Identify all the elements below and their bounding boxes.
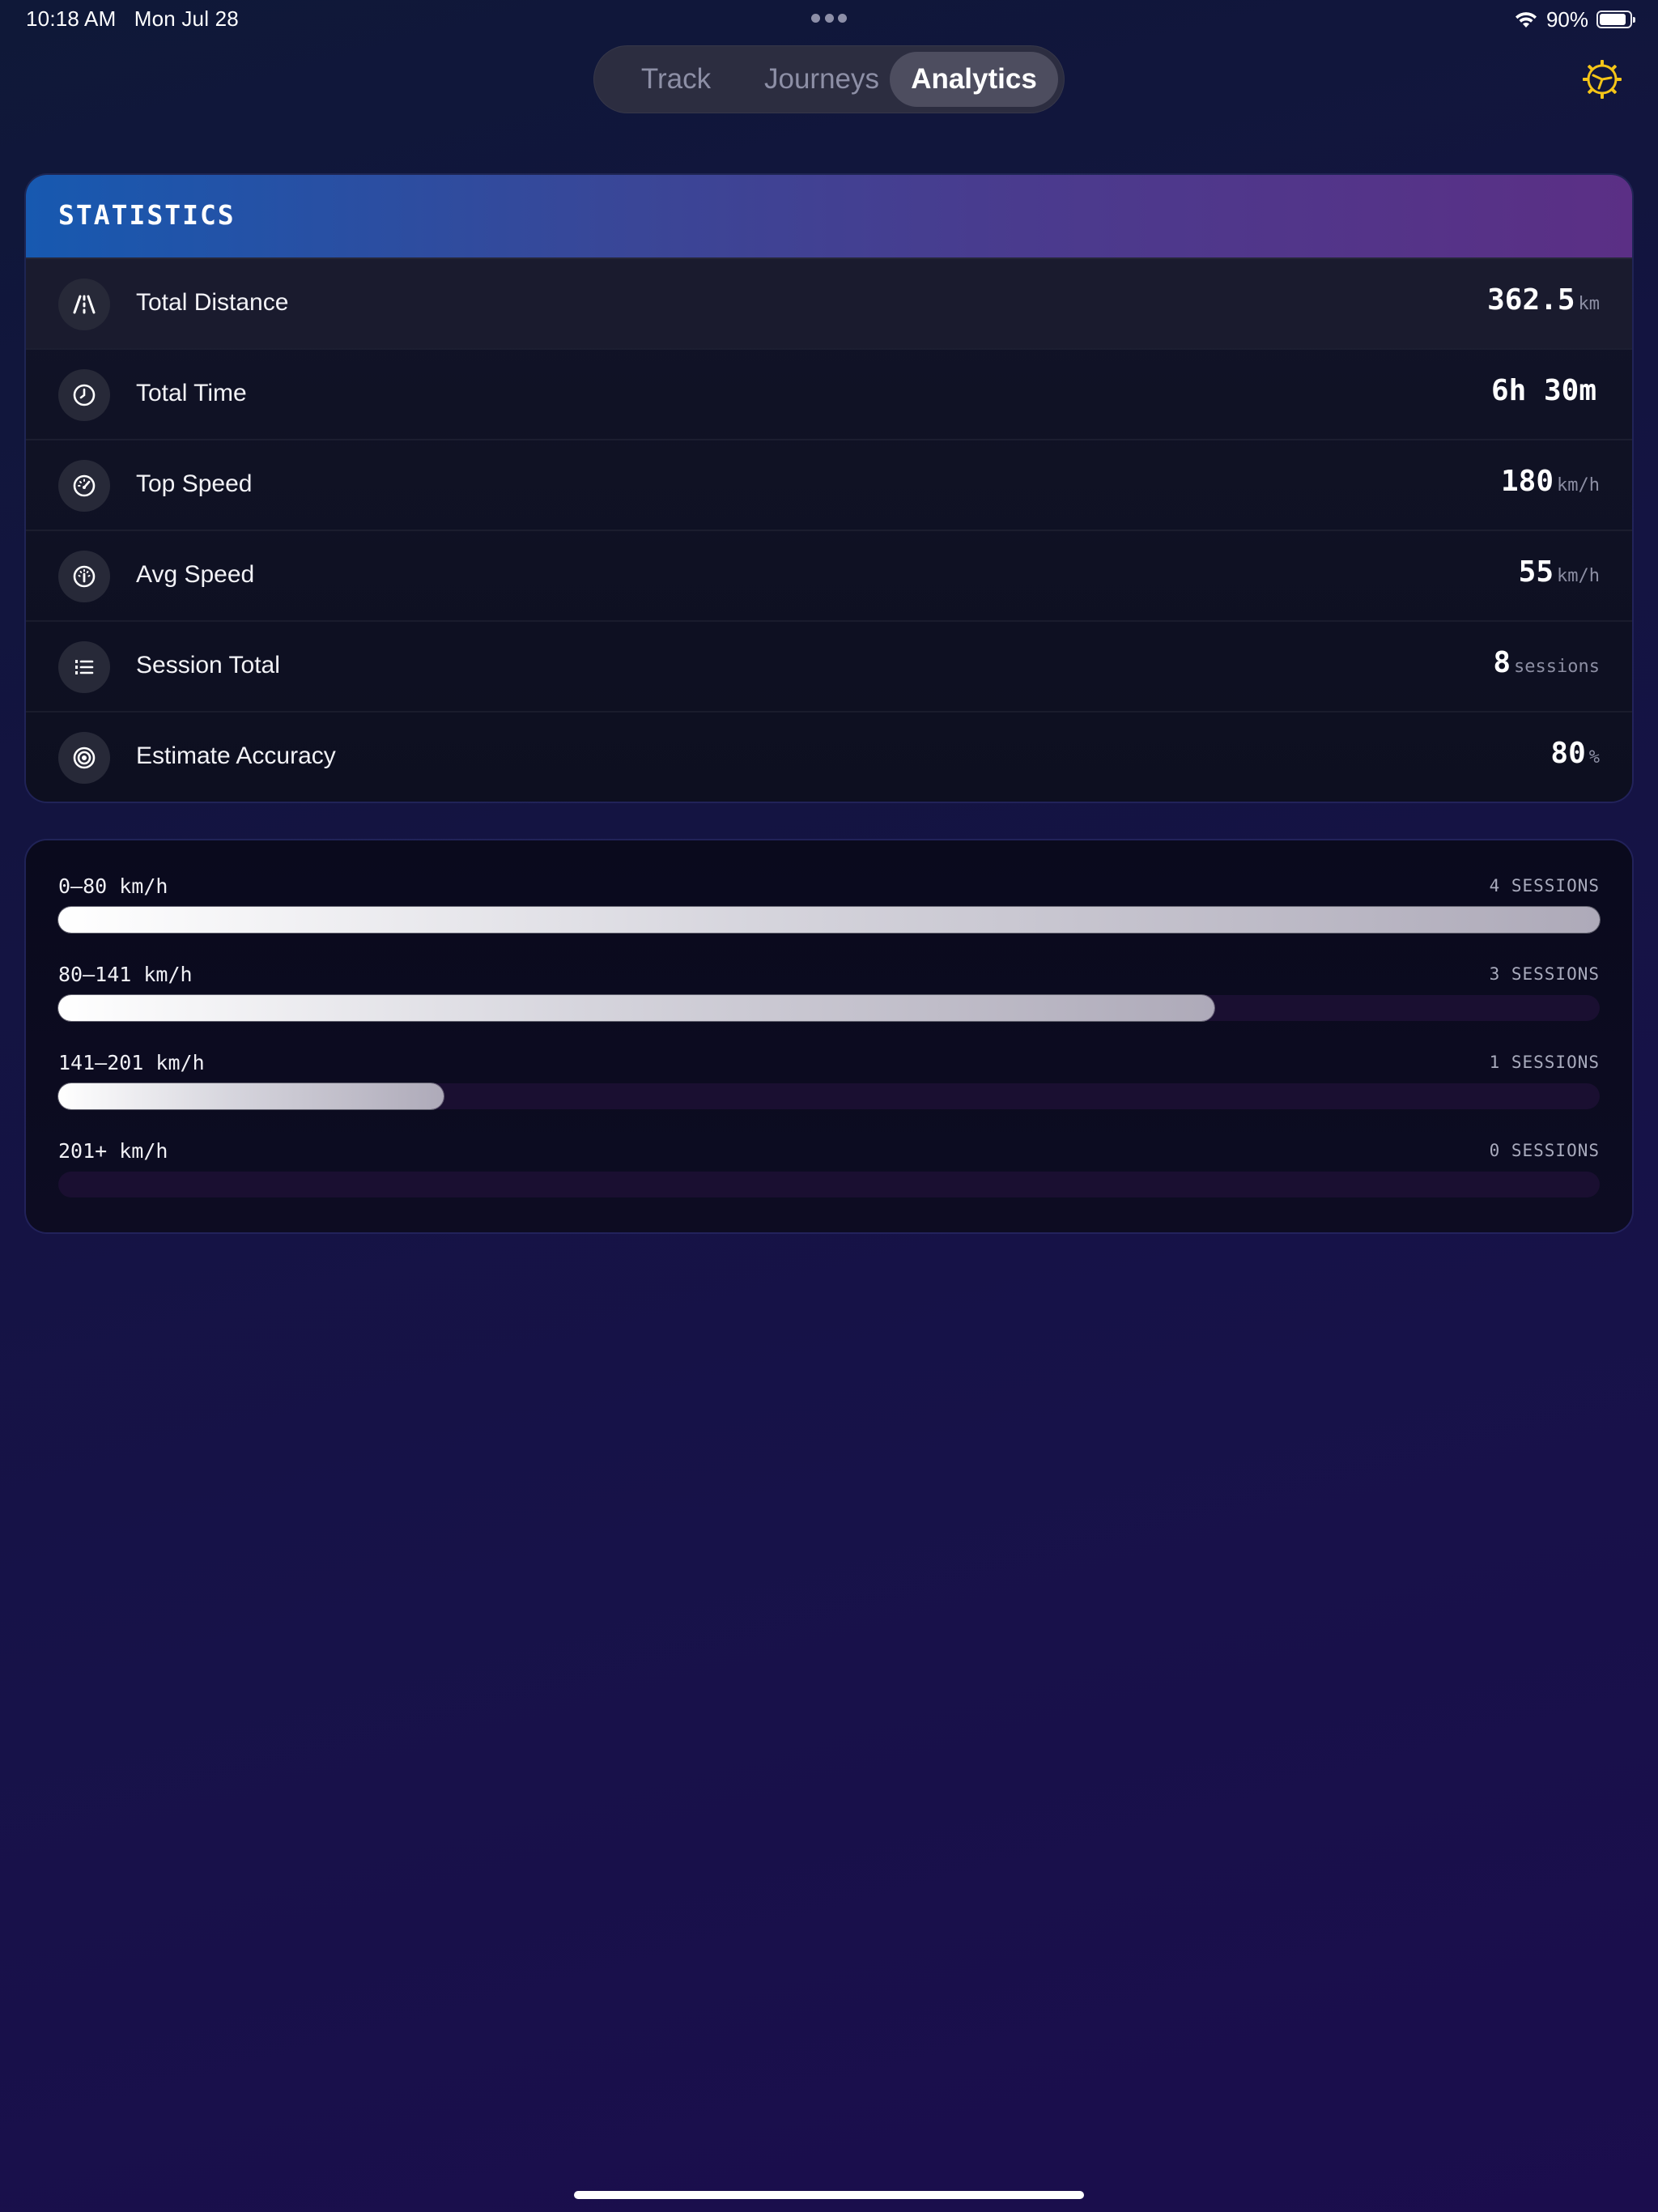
stat-label: Total Time — [136, 380, 247, 406]
speed-bucket-range: 0–80 km/h — [58, 874, 168, 898]
list-icon — [58, 641, 110, 693]
stat-unit: km/h — [1557, 566, 1600, 586]
stat-label: Total Distance — [136, 289, 289, 316]
speed-bucket-count: 1 SESSIONS — [1489, 1053, 1600, 1072]
status-time: 10:18 AM — [26, 6, 117, 31]
stat-row-total-time: Total Time 6h 30m — [26, 348, 1632, 439]
gear-steering-icon — [1583, 60, 1622, 99]
speed-bucket-row: 201+ km/h 0 SESSIONS — [58, 1139, 1600, 1212]
speed-bucket-count: 0 SESSIONS — [1489, 1141, 1600, 1160]
clock-icon — [58, 369, 110, 421]
speed-bucket-bar-fill — [58, 995, 1214, 1021]
target-icon — [58, 732, 110, 784]
speed-bucket-bar-fill — [58, 1083, 444, 1109]
wifi-icon — [1515, 12, 1537, 28]
stat-value: 180 — [1500, 465, 1554, 498]
stat-label: Session Total — [136, 652, 280, 678]
stat-row-session-total: Session Total 8 sessions — [26, 620, 1632, 711]
speed-bucket-count: 3 SESSIONS — [1489, 964, 1600, 984]
status-time-date: 10:18 AM Mon Jul 28 — [26, 6, 239, 32]
statistics-header: STATISTICS — [26, 175, 1632, 257]
speed-bucket-bar-fill — [58, 907, 1600, 933]
stat-value: 55 — [1518, 555, 1554, 589]
speed-bucket-row: 0–80 km/h 4 SESSIONS — [58, 874, 1600, 947]
speed-bucket-row: 141–201 km/h 1 SESSIONS — [58, 1051, 1600, 1124]
battery-percent: 90% — [1545, 6, 1588, 32]
stat-value: 8 — [1493, 646, 1511, 679]
status-indicators: 90% — [1514, 6, 1635, 32]
tab-track[interactable]: Track — [603, 52, 749, 107]
stat-row-top-speed: Top Speed 180 km/h — [26, 439, 1632, 530]
tab-analytics[interactable]: Analytics — [890, 52, 1058, 107]
gauge-icon — [58, 551, 110, 602]
speedometer-icon — [58, 460, 110, 512]
status-date: Mon Jul 28 — [134, 6, 239, 31]
speed-bucket-count: 4 SESSIONS — [1489, 876, 1600, 895]
home-indicator[interactable] — [574, 2191, 1084, 2199]
stat-value: 362.5 — [1487, 283, 1575, 317]
stat-value: 6h 30m — [1490, 374, 1596, 407]
tab-switcher: Track Journeys Analytics — [593, 45, 1065, 113]
status-bar: 10:18 AM Mon Jul 28 90% — [0, 0, 1658, 39]
stat-label: Top Speed — [136, 470, 253, 497]
stat-row-avg-speed: Avg Speed 55 km/h — [26, 530, 1632, 620]
stat-unit: % — [1588, 747, 1600, 768]
speed-bucket-row: 80–141 km/h 3 SESSIONS — [58, 963, 1600, 1036]
stat-row-total-distance: Total Distance 362.5 km — [26, 257, 1632, 348]
speed-bucket-range: 141–201 km/h — [58, 1051, 205, 1074]
stat-label: Avg Speed — [136, 561, 255, 588]
speed-bucket-bar-track — [58, 995, 1600, 1021]
speed-bucket-bar-track — [58, 907, 1600, 933]
stat-unit: km/h — [1557, 475, 1600, 496]
speed-bucket-range: 80–141 km/h — [58, 963, 193, 986]
stat-label: Estimate Accuracy — [136, 742, 336, 769]
speed-bucket-bar-track — [58, 1172, 1600, 1197]
statistics-title: STATISTICS — [58, 199, 236, 231]
speed-bucket-bar-track — [58, 1083, 1600, 1109]
settings-button[interactable] — [1581, 58, 1623, 100]
stat-unit: sessions — [1514, 657, 1600, 677]
stat-row-estimate-accuracy: Estimate Accuracy 80 % — [26, 711, 1632, 802]
road-icon — [58, 279, 110, 330]
statistics-card: STATISTICS Total Distance 362.5 km Total… — [26, 175, 1632, 802]
tab-journeys[interactable]: Journeys — [741, 52, 903, 107]
speed-bucket-range: 201+ km/h — [58, 1139, 168, 1163]
speed-distribution-card: 0–80 km/h 4 SESSIONS 80–141 km/h 3 SESSI… — [26, 840, 1632, 1232]
stat-unit: km — [1578, 294, 1601, 314]
multitasking-dots-icon[interactable] — [811, 14, 847, 23]
battery-icon — [1596, 11, 1635, 28]
stat-value: 80 — [1550, 737, 1586, 770]
